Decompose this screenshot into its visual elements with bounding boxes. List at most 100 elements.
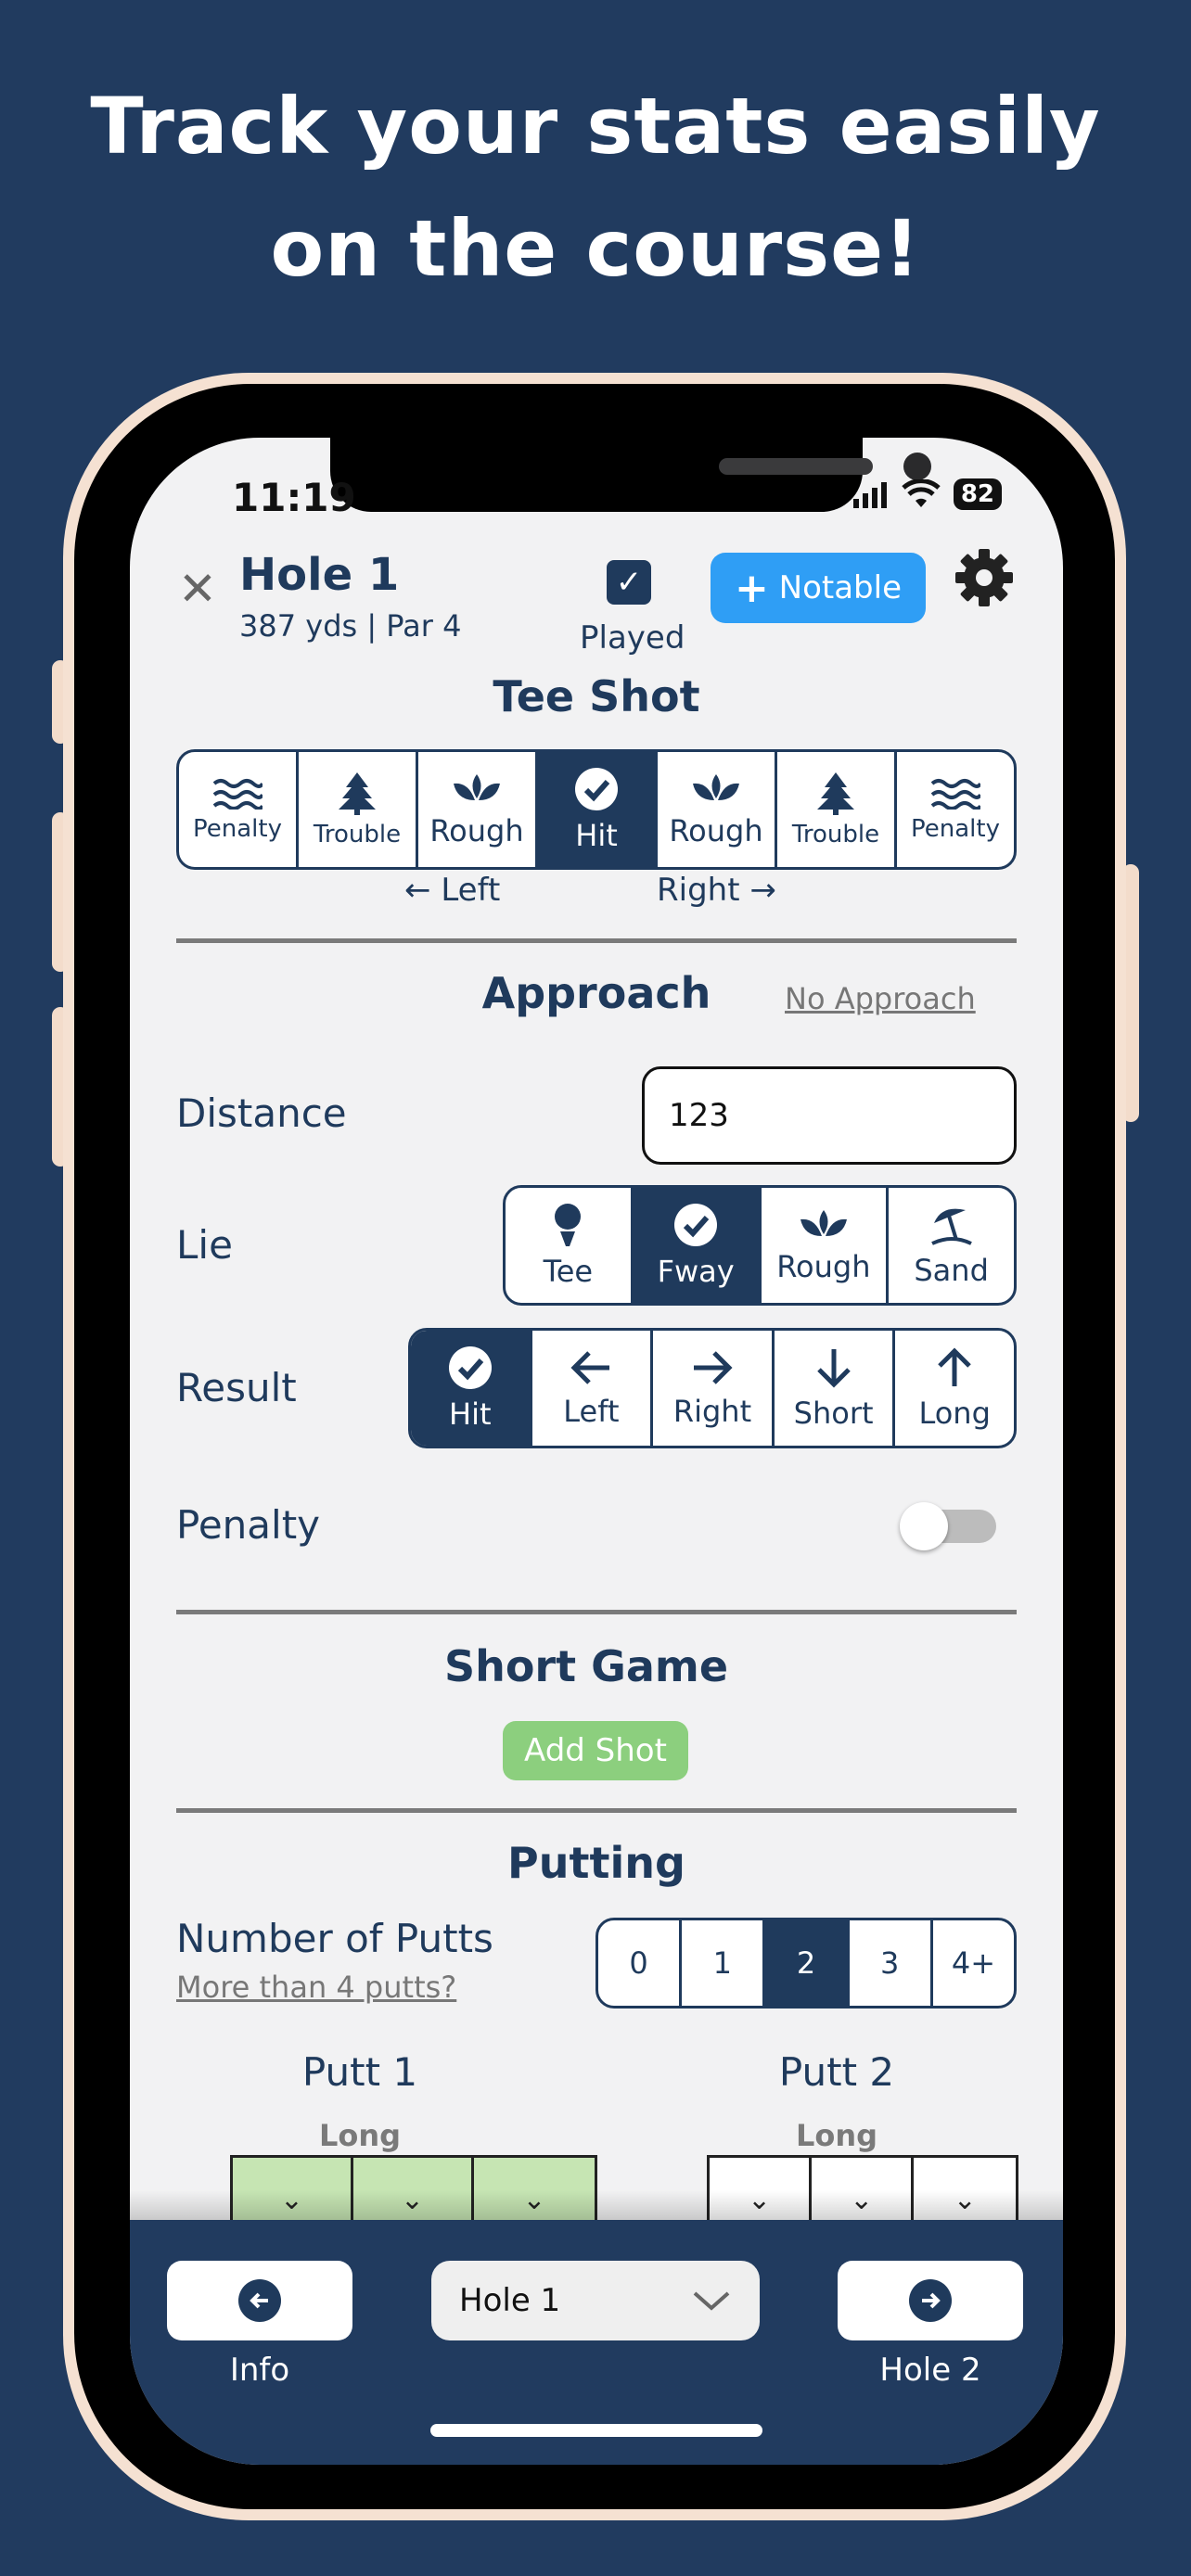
tee-right-hint: Right → <box>657 872 776 909</box>
penalty-label: Penalty <box>176 1502 321 1548</box>
result-option-label: Left <box>563 1394 620 1429</box>
putts-option[interactable]: 0 <box>598 1920 683 2006</box>
add-shot-button[interactable]: Add Shot <box>503 1721 688 1780</box>
result-option-long[interactable]: Long <box>895 1331 1014 1446</box>
arrow-right-circle-icon <box>909 2279 952 2322</box>
info-button[interactable] <box>167 2261 352 2340</box>
result-option-short[interactable]: Short <box>775 1331 896 1446</box>
left-hint-label: Left <box>441 872 501 909</box>
more-putts-link[interactable]: More than 4 putts? <box>176 1970 456 2005</box>
check-circle-icon <box>575 768 618 810</box>
leaves-icon <box>800 1210 847 1236</box>
water-waves-icon <box>212 779 263 810</box>
divider <box>176 1610 1017 1614</box>
wifi-icon <box>902 479 941 507</box>
putts-option-label: 0 <box>629 1945 648 1981</box>
no-approach-link[interactable]: No Approach <box>785 981 976 1016</box>
putting-title: Putting <box>507 1838 685 1888</box>
arrow-left-circle-icon <box>238 2279 281 2322</box>
lie-selector: Tee Fway Rough Sand <box>503 1185 1017 1306</box>
next-hole-label: Hole 2 <box>879 2352 981 2389</box>
headline: Track your stats easily on the course! <box>0 65 1191 310</box>
result-label: Result <box>176 1365 297 1410</box>
distance-label: Distance <box>176 1090 347 1136</box>
arrow-left-icon: ← <box>404 872 431 909</box>
tee-shot-title: Tee Shot <box>493 671 700 721</box>
divider <box>176 938 1017 943</box>
tee-option-rough-right[interactable]: Rough <box>658 752 777 867</box>
status-time: 11:19 <box>232 475 356 520</box>
putts-option-label: 3 <box>880 1945 900 1981</box>
result-option-label: Short <box>793 1396 874 1431</box>
lie-label: Lie <box>176 1222 233 1268</box>
putts-option[interactable]: 4+ <box>933 1920 1014 2006</box>
headline-line-1: Track your stats easily <box>90 81 1101 172</box>
hole-select-dropdown[interactable]: Hole 1 <box>431 2261 760 2340</box>
tee-shot-selector: Penalty Trouble Rough Hit Rough Trouble … <box>176 749 1017 870</box>
check-circle-icon <box>674 1204 718 1246</box>
next-hole-button[interactable] <box>838 2261 1023 2340</box>
tee-option-label: Trouble <box>313 821 402 848</box>
close-icon[interactable]: ✕ <box>178 566 217 612</box>
tee-option-rough-left[interactable]: Rough <box>418 752 538 867</box>
water-waves-icon <box>930 779 980 810</box>
number-of-putts-label: Number of Putts <box>176 1916 493 1961</box>
lie-option-tee[interactable]: Tee <box>506 1188 634 1303</box>
arrow-right-icon <box>693 1351 733 1384</box>
arrow-down-icon <box>816 1349 851 1388</box>
result-option-label: Long <box>918 1396 991 1431</box>
putt-1-title: Putt 1 <box>301 2049 418 2095</box>
pine-tree-icon <box>817 772 854 815</box>
putts-option[interactable]: 3 <box>850 1920 933 2006</box>
lie-option-label: Sand <box>914 1253 989 1288</box>
notch <box>330 438 931 512</box>
tee-option-trouble-left[interactable]: Trouble <box>299 752 418 867</box>
headline-line-2: on the course! <box>270 203 921 294</box>
tee-option-label: Penalty <box>911 815 1000 843</box>
signal-icon <box>852 482 887 508</box>
played-label: Played <box>580 619 685 657</box>
penalty-toggle-knob[interactable] <box>900 1502 948 1550</box>
lie-option-label: Tee <box>543 1254 594 1289</box>
arrow-left-icon <box>570 1351 610 1384</box>
played-checkbox[interactable]: ✓ <box>607 560 651 605</box>
tee-option-trouble-right[interactable]: Trouble <box>777 752 897 867</box>
short-game-title: Short Game <box>443 1641 729 1691</box>
result-option-right[interactable]: Right <box>653 1331 775 1446</box>
gear-icon[interactable] <box>952 545 1017 610</box>
lie-option-fway[interactable]: Fway <box>633 1188 762 1303</box>
tee-option-label: Rough <box>429 813 524 848</box>
notable-button[interactable]: + Notable <box>711 553 926 623</box>
lie-option-label: Rough <box>776 1249 871 1284</box>
hole-select-value: Hole 1 <box>459 2282 561 2319</box>
lie-option-label: Fway <box>657 1254 735 1289</box>
putt-1-sub: Long <box>318 2118 402 2153</box>
plus-icon: + <box>734 565 769 612</box>
phone-screen: 11:19 82 ✕ Hole 1 387 yds | Par 4 ✓ Play… <box>130 438 1063 2465</box>
home-indicator[interactable] <box>430 2424 762 2437</box>
right-hint-label: Right <box>657 872 740 909</box>
putts-option[interactable]: 1 <box>682 1920 766 2006</box>
tee-option-penalty-left[interactable]: Penalty <box>179 752 299 867</box>
tee-option-hit[interactable]: Hit <box>538 752 658 867</box>
lie-option-rough[interactable]: Rough <box>762 1188 890 1303</box>
beach-umbrella-icon <box>930 1208 972 1245</box>
result-option-label: Right <box>672 1394 752 1429</box>
tee-option-label: Rough <box>669 813 763 848</box>
tee-option-label: Trouble <box>791 821 880 848</box>
hole-title: Hole 1 <box>239 549 400 601</box>
result-option-left[interactable]: Left <box>532 1331 654 1446</box>
pine-tree-icon <box>339 772 376 815</box>
distance-input[interactable]: 123 <box>642 1066 1017 1165</box>
arrow-up-icon <box>938 1347 971 1386</box>
lie-option-sand[interactable]: Sand <box>889 1188 1014 1303</box>
hole-subtitle: 387 yds | Par 4 <box>239 608 462 644</box>
putts-option-selected[interactable]: 2 <box>765 1920 850 2006</box>
speaker <box>719 458 873 475</box>
putts-option-label: 2 <box>796 1945 816 1981</box>
arrow-right-icon: → <box>749 872 776 909</box>
notable-label: Notable <box>778 569 903 606</box>
result-option-hit[interactable]: Hit <box>411 1331 532 1446</box>
tee-option-penalty-right[interactable]: Penalty <box>897 752 1014 867</box>
tee-option-label: Penalty <box>193 815 282 843</box>
